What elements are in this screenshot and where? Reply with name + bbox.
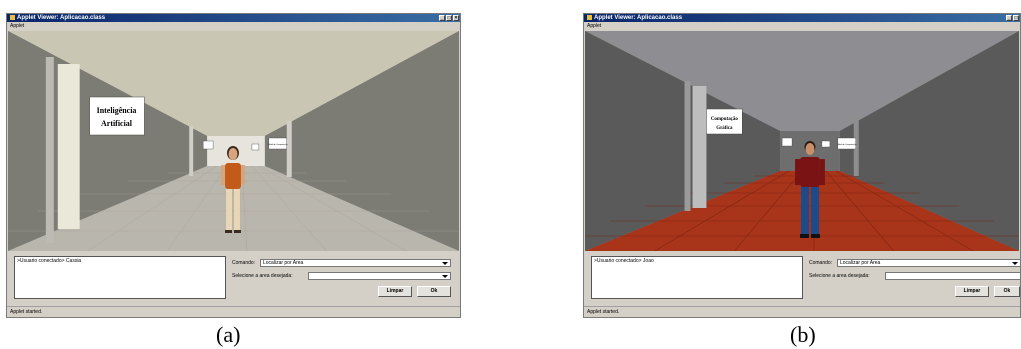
3d-corridor-view[interactable]: Computação Gráfica Robô de Computação [585,31,1019,251]
maximize-button[interactable]: □ [1013,15,1019,21]
ok-button[interactable]: Ok [994,286,1020,297]
java-icon [587,14,592,20]
far-sign-text: Robô de Computação [837,143,857,146]
minimize-button[interactable]: _ [439,15,445,21]
area-dropdown[interactable] [885,272,1020,280]
chevron-down-icon [1012,262,1018,265]
caption-a: (a) [216,322,241,347]
near-sign-line2: Gráfica [716,126,733,131]
area-label: Selecione a area desejada: [809,273,870,279]
window-title: Applet Viewer: Aplicacao.class [594,15,683,21]
chevron-down-icon [442,262,448,265]
window-title: Applet Viewer: Aplicacao.class [17,15,106,21]
command-value: Localizar por Area [840,260,881,266]
small-sign [821,140,831,148]
title-bar[interactable]: Applet Viewer: Aplicacao.class _ □ × [7,14,460,22]
small-sign [251,143,260,151]
caption-b: (b) [790,322,816,347]
far-sign-text: Robô de Computação [268,143,288,146]
control-panel: >Usuario conectado> Cassia Comando: Loca… [8,251,459,306]
area-label: Selecione a area desejada: [232,273,293,279]
command-dropdown[interactable]: Localizar por Area [260,259,451,267]
chevron-down-icon [442,275,448,278]
near-sign-line1: Computação [711,117,739,122]
clear-button[interactable]: Limpar [378,286,412,297]
command-value: Localizar por Area [263,260,304,266]
status-bar: Applet started. [584,306,1020,317]
applet-window-a: Applet Viewer: Aplicacao.class _ □ × App… [6,13,461,318]
minimize-button[interactable]: _ [1006,15,1012,21]
near-sign-line2: Artificial [101,119,133,128]
pillar [286,121,292,177]
area-dropdown[interactable] [308,272,451,280]
near-sign [89,96,145,136]
applet-window-b: Applet Viewer: Aplicacao.class _ □ Apple… [583,13,1021,318]
java-icon [10,14,15,20]
small-sign [202,140,214,150]
clear-button[interactable]: Limpar [955,286,989,297]
command-label: Comando: [232,260,256,266]
title-bar[interactable]: Applet Viewer: Aplicacao.class _ □ [584,14,1020,22]
pillar [189,126,194,176]
maximize-button[interactable]: □ [446,15,452,21]
control-panel: >Usuario conectado> Joao Comando: Locali… [585,251,1020,306]
doorway [692,86,707,208]
pillar [45,57,54,243]
3d-corridor-view[interactable]: Inteligência Artificial Robô de Computaç… [8,31,459,251]
close-button[interactable]: × [453,15,459,21]
small-sign [781,137,793,147]
menu-applet[interactable]: Applet [10,23,24,29]
doorway [57,64,80,229]
ok-button[interactable]: Ok [417,286,451,297]
menu-applet[interactable]: Applet [587,23,601,29]
command-label: Comando: [809,260,833,266]
pillar [684,81,691,211]
status-bar: Applet started. [7,306,460,317]
user-log-textarea[interactable]: >Usuario conectado> Joao [591,256,803,299]
near-sign-line1: Inteligência [97,106,137,115]
command-dropdown[interactable]: Localizar por Area [837,259,1020,267]
user-log-textarea[interactable]: >Usuario conectado> Cassia [14,256,226,299]
